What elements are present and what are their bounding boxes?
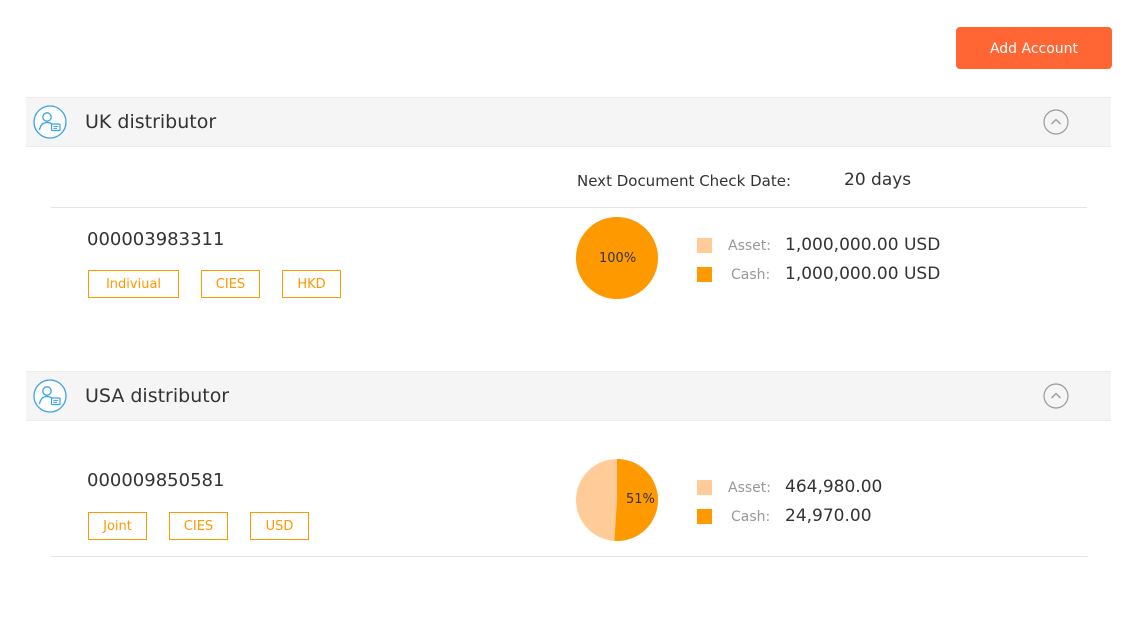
legend-swatch-cash xyxy=(697,267,712,282)
legend-value-asset: 464,980.00 xyxy=(785,477,883,497)
group-title: USA distributor xyxy=(85,385,230,407)
account-type-tag: Indiviual xyxy=(88,270,179,298)
group-header-uk[interactable]: UK distributor xyxy=(26,97,1111,147)
pie-percent-label: 51% xyxy=(626,492,655,507)
legend-label-asset: Asset: xyxy=(728,480,771,496)
legend-label-asset: Asset: xyxy=(728,238,771,254)
add-account-button[interactable]: Add Account xyxy=(956,27,1112,69)
divider xyxy=(51,556,1087,557)
legend-value-asset: 1,000,000.00 USD xyxy=(785,235,941,255)
currency-tag: USD xyxy=(250,512,309,540)
legend-value-cash: 1,000,000.00 USD xyxy=(785,264,941,284)
legend-label-cash: Cash: xyxy=(731,509,771,525)
next-check-label: Next Document Check Date: xyxy=(577,172,792,190)
pie-percent-label: 100% xyxy=(599,251,637,266)
legend-swatch-cash xyxy=(697,509,712,524)
account-type-tag: Joint xyxy=(88,512,147,540)
scheme-tag: CIES xyxy=(169,512,228,540)
legend-value-cash: 24,970.00 xyxy=(785,506,872,526)
divider xyxy=(51,207,1087,208)
scheme-tag: CIES xyxy=(201,270,260,298)
group-title: UK distributor xyxy=(85,111,217,133)
next-check-value: 20 days xyxy=(844,170,912,190)
currency-tag: HKD xyxy=(282,270,341,298)
group-header-usa[interactable]: USA distributor xyxy=(26,371,1111,421)
user-card-icon xyxy=(33,105,67,139)
user-card-icon xyxy=(33,379,67,413)
legend-swatch-asset xyxy=(697,238,712,253)
chevron-up-icon[interactable] xyxy=(1043,383,1069,409)
legend-label-cash: Cash: xyxy=(731,267,771,283)
legend-swatch-asset xyxy=(697,480,712,495)
account-number[interactable]: 000003983311 xyxy=(87,229,224,250)
chevron-up-icon[interactable] xyxy=(1043,109,1069,135)
account-number[interactable]: 000009850581 xyxy=(87,470,224,491)
